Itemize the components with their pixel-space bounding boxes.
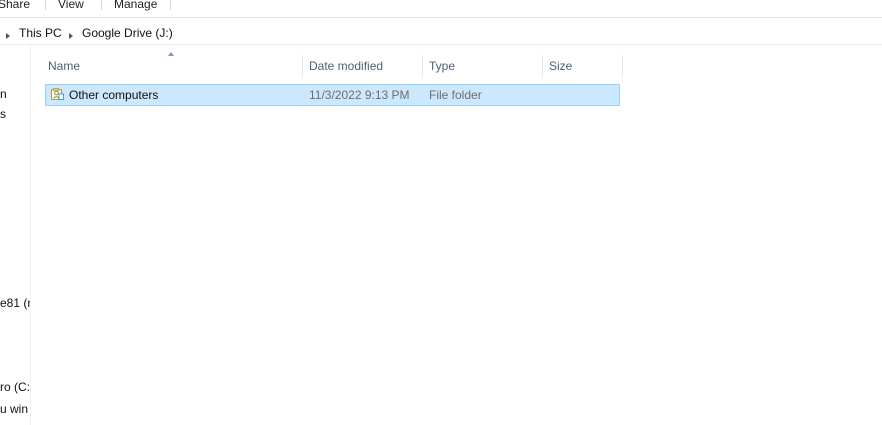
folder-icon: [51, 88, 64, 100]
column-header-type[interactable]: Type: [423, 55, 542, 77]
tab-manage[interactable]: Manage: [114, 0, 157, 11]
tab-share[interactable]: Share: [0, 0, 30, 11]
breadcrumb-chevron-icon[interactable]: [6, 33, 10, 39]
ribbon-divider: [45, 0, 46, 10]
nav-item[interactable]: e81 (n: [0, 296, 30, 310]
column-header-size[interactable]: Size: [543, 55, 622, 77]
ribbon-divider: [170, 0, 171, 10]
ribbon-tabs: Share View Manage: [0, 0, 882, 18]
address-bar[interactable]: This PC Google Drive (J:): [0, 24, 882, 45]
column-header-label: Size: [549, 59, 573, 73]
file-name: Other computers: [69, 88, 159, 102]
column-divider[interactable]: [622, 55, 623, 77]
file-date-modified: 11/3/2022 9:13 PM: [309, 88, 410, 102]
navigation-pane[interactable]: n s e81 (n ro (C: u win: [0, 45, 31, 425]
column-header-name[interactable]: Name: [42, 55, 302, 77]
nav-item[interactable]: u win: [0, 402, 28, 416]
ribbon-divider: [101, 0, 102, 10]
column-header-date-modified[interactable]: Date modified: [303, 55, 422, 77]
column-header-label: Date modified: [309, 59, 384, 73]
nav-item[interactable]: n: [0, 87, 7, 101]
nav-item[interactable]: s: [0, 107, 6, 121]
file-row-other-computers[interactable]: Other computers 11/3/2022 9:13 PM File f…: [45, 84, 620, 106]
column-header-label: Type: [429, 59, 456, 73]
tab-view[interactable]: View: [58, 0, 84, 11]
breadcrumb-chevron-icon[interactable]: [69, 33, 73, 39]
file-type: File folder: [429, 88, 482, 102]
nav-item[interactable]: ro (C:: [0, 380, 30, 394]
breadcrumb-google-drive[interactable]: Google Drive (J:): [82, 26, 173, 40]
breadcrumb-this-pc[interactable]: This PC: [19, 26, 62, 40]
column-header-label: Name: [48, 59, 81, 73]
